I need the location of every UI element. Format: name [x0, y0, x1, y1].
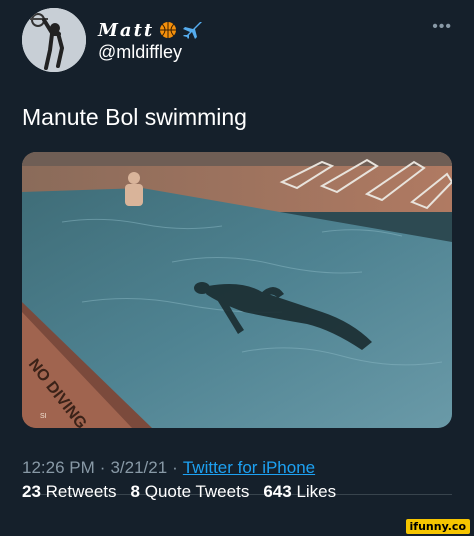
meta-separator: ·: [99, 458, 106, 477]
quote-count: 8: [130, 482, 140, 501]
basketball-icon: [160, 22, 177, 38]
meta-separator: ·: [172, 458, 178, 477]
tweet-header: Matt @mldiffley •••: [22, 8, 452, 74]
tweet-text: Manute Bol swimming: [22, 104, 247, 130]
likes-stat[interactable]: 643 Likes: [263, 482, 336, 502]
airplane-icon: [183, 22, 203, 39]
retweets-label: Retweets: [45, 482, 117, 501]
avatar[interactable]: [22, 8, 86, 72]
quote-label: Quote Tweets: [144, 482, 250, 501]
tweet-media-image[interactable]: NO DIVING SI: [22, 152, 452, 428]
basketball-player-avatar-icon: [22, 8, 86, 72]
tweet-time[interactable]: 12:26 PM: [22, 458, 95, 478]
pool-sign-small-text: SI: [40, 413, 47, 420]
retweets-stat[interactable]: 23 Retweets: [22, 482, 117, 502]
display-name[interactable]: Matt: [98, 20, 154, 41]
more-options-icon[interactable]: •••: [432, 18, 452, 36]
ifunny-watermark: ifunny.co: [405, 519, 470, 534]
stats-row: 23 Retweets 8 Quote Tweets 643 Likes: [22, 482, 336, 502]
likes-label: Likes: [296, 482, 337, 501]
pool-photo: NO DIVING SI: [22, 152, 452, 428]
likes-count: 643: [263, 482, 292, 501]
quote-tweets-stat[interactable]: 8 Quote Tweets: [131, 482, 250, 502]
tweet-date[interactable]: 3/21/21: [110, 458, 167, 478]
name-row: Matt: [98, 18, 203, 42]
tweet-metadata: 12:26 PM · 3/21/21 · Twitter for iPhone: [22, 458, 315, 478]
retweets-count: 23: [22, 482, 41, 501]
tweet-source-link[interactable]: Twitter for iPhone: [183, 458, 315, 478]
user-handle[interactable]: @mldiffley: [98, 42, 182, 63]
